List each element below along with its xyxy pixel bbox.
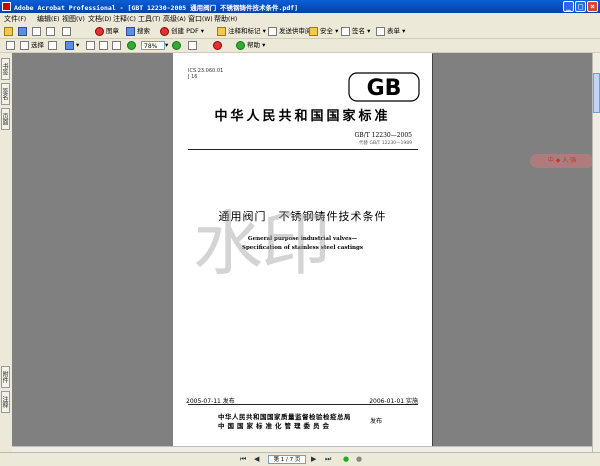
ics-code: ICS 23.060.01 J 16 bbox=[188, 68, 224, 80]
fit-width-icon bbox=[112, 40, 121, 50]
gb-logo-icon: GB bbox=[348, 72, 420, 102]
secure-button[interactable]: 安全 ▾ bbox=[309, 26, 338, 37]
create-pdf-button[interactable]: 创建 PDF ▾ bbox=[160, 26, 204, 37]
zoom-out-icon bbox=[127, 40, 136, 50]
pdf-page: ICS 23.060.01 J 16 GB 中华人民共和国国家标准 GB/T 1… bbox=[173, 53, 432, 447]
svg-text:GB: GB bbox=[367, 76, 402, 101]
replaces-number: 代替 GB/T 12230—1989 bbox=[359, 141, 412, 146]
save-icon bbox=[18, 26, 27, 36]
maximize-button[interactable]: □ bbox=[575, 1, 586, 12]
hand-tool[interactable] bbox=[6, 40, 17, 51]
toolbar-main: 图章 搜索 创建 PDF ▾ 注释和标记 ▾ 发送供审阅 ▾ 安全 ▾ 签名 ▾… bbox=[0, 25, 600, 39]
tab-comments[interactable]: 注释 bbox=[1, 391, 10, 413]
save-button[interactable] bbox=[18, 26, 29, 37]
create-pdf-icon bbox=[160, 26, 169, 36]
fit-width-button[interactable] bbox=[112, 40, 123, 51]
folder-icon bbox=[4, 26, 13, 36]
menu-bar: 文件(F) 编辑(E) 视图(V) 文档(D) 注释(C) 工具(T) 高级(A… bbox=[0, 13, 600, 25]
next-page-icon[interactable]: ▶ bbox=[311, 455, 316, 464]
issuer-sac: 中国国家标准化管理委员会 bbox=[218, 422, 332, 430]
form-icon bbox=[376, 26, 385, 36]
tab-signatures[interactable]: 签名 bbox=[1, 83, 10, 105]
tab-attachments[interactable]: 附件 bbox=[1, 366, 10, 388]
page-number-field[interactable]: 第 1 / 7 页 bbox=[268, 455, 306, 464]
zoom-out-button[interactable] bbox=[127, 40, 138, 51]
organize-button[interactable] bbox=[62, 26, 73, 37]
sign-button[interactable]: 签名 ▾ bbox=[341, 26, 370, 37]
floating-stamp[interactable]: 中 ◆ 入 强 bbox=[530, 154, 594, 168]
menu-document[interactable]: 文档(D) bbox=[88, 14, 111, 24]
actual-size-button[interactable] bbox=[86, 40, 97, 51]
hand-icon bbox=[62, 26, 71, 36]
standard-title: 中华人民共和国国家标准 bbox=[214, 109, 391, 124]
open-button[interactable] bbox=[4, 26, 15, 37]
search-icon bbox=[126, 26, 135, 36]
divider bbox=[188, 149, 418, 150]
first-page-icon[interactable]: ⏮ bbox=[240, 455, 246, 464]
title-bar: Adobe Acrobat Professional - [GBT 12230-… bbox=[0, 0, 600, 13]
divider bbox=[188, 404, 418, 405]
stamp-icon bbox=[95, 26, 104, 36]
rotate-button[interactable] bbox=[188, 40, 199, 51]
acrobat-app-icon bbox=[2, 2, 11, 11]
window-title: Adobe Acrobat Professional - [GBT 12230-… bbox=[14, 4, 299, 12]
menu-tools[interactable]: 工具(T) bbox=[138, 14, 160, 24]
menu-advanced[interactable]: 高级(A) bbox=[163, 14, 186, 24]
print-button[interactable] bbox=[32, 26, 43, 37]
help-icon bbox=[236, 40, 245, 50]
search-button[interactable]: 搜索 bbox=[126, 26, 150, 37]
comment-icon bbox=[217, 26, 226, 36]
text-select-icon bbox=[20, 40, 29, 50]
pen-icon bbox=[341, 26, 350, 36]
toolbar-navigation: 选择 ▾ 78% ▾ 帮助 ▾ bbox=[0, 39, 600, 53]
fit-page-icon bbox=[99, 40, 108, 50]
zoom-level-input[interactable]: 78% ▾ bbox=[141, 40, 168, 51]
status-bar: ⏮ ◀ 第 1 / 7 页 ▶ ⏭ ● ● bbox=[0, 452, 600, 466]
zoom-in-button[interactable] bbox=[172, 40, 183, 51]
comment-markup-button[interactable]: 注释和标记 ▾ bbox=[217, 26, 266, 37]
menu-window[interactable]: 窗口(W) bbox=[188, 14, 213, 24]
camera-icon bbox=[48, 40, 57, 50]
printer-icon bbox=[32, 26, 41, 36]
zoom-in-icon bbox=[172, 40, 181, 50]
tab-bookmarks[interactable]: 书签 bbox=[1, 58, 10, 80]
lock-icon bbox=[309, 26, 318, 36]
zoom-tool[interactable]: ▾ bbox=[65, 40, 79, 51]
stamp-button[interactable]: 图章 bbox=[95, 26, 119, 37]
menu-file[interactable]: 文件(F) bbox=[4, 14, 26, 24]
hand-icon bbox=[6, 40, 15, 50]
mail-icon bbox=[46, 26, 55, 36]
review-icon bbox=[268, 26, 277, 36]
zoom-icon bbox=[65, 40, 74, 50]
menu-help[interactable]: 帮助(H) bbox=[214, 14, 237, 24]
fit-page-button[interactable] bbox=[99, 40, 110, 51]
select-tool[interactable]: 选择 bbox=[20, 40, 44, 51]
last-page-icon[interactable]: ⏭ bbox=[325, 455, 331, 464]
go-forward-icon[interactable]: ● bbox=[356, 455, 362, 464]
menu-comments[interactable]: 注释(C) bbox=[113, 14, 136, 24]
rotate-icon bbox=[188, 40, 197, 50]
typewriter-icon bbox=[213, 40, 222, 50]
help-button[interactable]: 帮助 ▾ bbox=[236, 40, 265, 51]
typewriter-button[interactable] bbox=[213, 40, 224, 51]
issue-label: 发布 bbox=[370, 418, 383, 425]
tab-pages[interactable]: 页面 bbox=[1, 108, 10, 130]
go-back-icon[interactable]: ● bbox=[343, 455, 349, 464]
minimize-button[interactable]: _ bbox=[563, 1, 574, 12]
forms-button[interactable]: 表单 ▾ bbox=[376, 26, 405, 37]
previous-page-icon[interactable]: ◀ bbox=[254, 455, 259, 464]
scrollbar-thumb[interactable] bbox=[593, 73, 600, 113]
snapshot-tool[interactable] bbox=[48, 40, 59, 51]
email-button[interactable] bbox=[46, 26, 57, 37]
menu-edit[interactable]: 编辑(E) bbox=[37, 14, 59, 24]
standard-number: GB/T 12230—2005 bbox=[354, 132, 413, 139]
page-icon bbox=[86, 40, 95, 50]
vertical-scrollbar[interactable] bbox=[592, 53, 600, 452]
close-button[interactable]: × bbox=[587, 1, 598, 12]
menu-view[interactable]: 视图(V) bbox=[62, 14, 85, 24]
watermark: 水印 bbox=[193, 203, 331, 285]
